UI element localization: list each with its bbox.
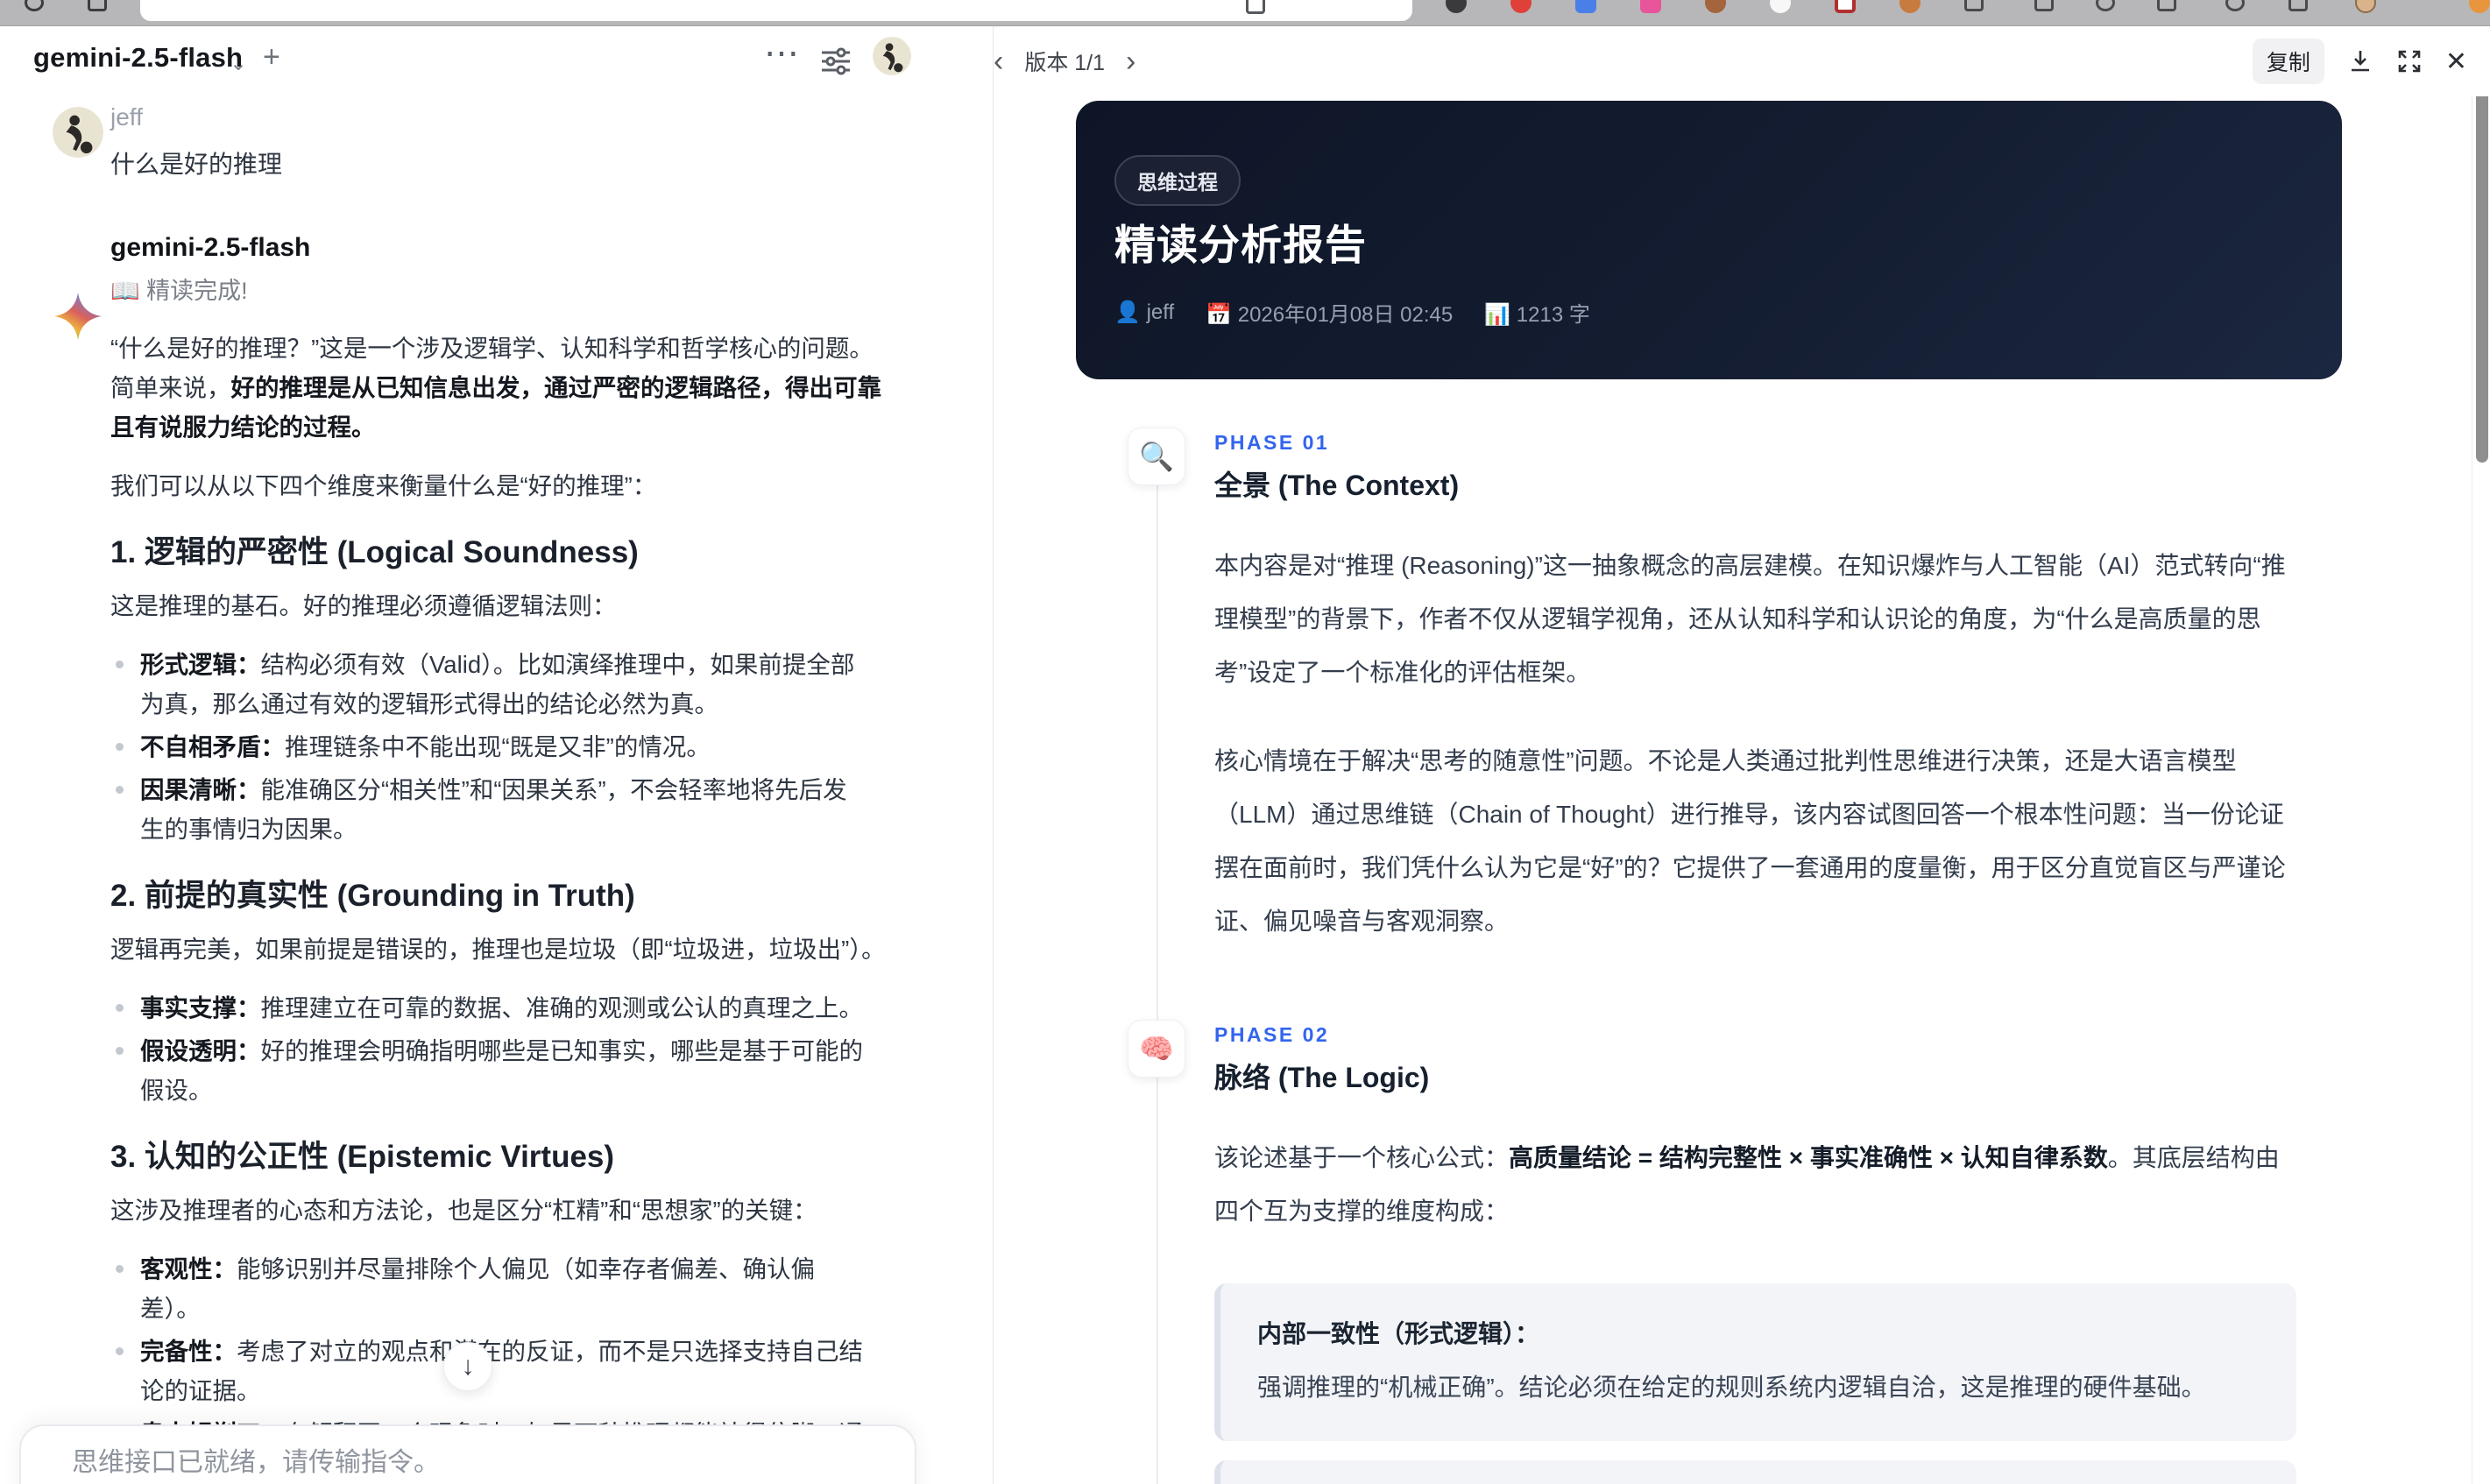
- card-body: 强调推理的“机械正确”。结论必须在给定的规则系统内逻辑自洽，这是推理的硬件基础。: [1257, 1374, 2206, 1401]
- chevron-down-icon[interactable]: ⌄: [230, 51, 247, 76]
- assistant-paragraph: “什么是好的推理？”这是一个涉及逻辑学、认知科学和哲学核心的问题。简单来说，好的…: [110, 335, 881, 441]
- phase-paragraph: 该论述基于一个核心公式：高质量结论 = 结构完整性 × 事实准确性 × 认知自律…: [1214, 1144, 2280, 1225]
- report-header-card: 思维过程 精读分析报告 👤 jeff 📅 2026年01月08日 02:45 📊…: [1076, 101, 2342, 379]
- white-extension-icon[interactable]: [1770, 0, 1791, 13]
- pink-extension-icon[interactable]: [1640, 0, 1661, 13]
- assistant-message: gemini-2.5-flash 📖 精读完成! “什么是好的推理？”这是一个涉…: [53, 233, 892, 1484]
- arrow-down-icon: ↓: [461, 1352, 475, 1381]
- scroll-to-bottom-button[interactable]: ↓: [443, 1342, 492, 1391]
- brain-icon: 🧠: [1128, 1020, 1185, 1078]
- phase-title: 脉络 (The Logic): [1214, 1062, 1430, 1093]
- blue-extension-icon[interactable]: [1575, 0, 1596, 13]
- grid-icon[interactable]: [88, 0, 107, 11]
- history-icon[interactable]: [25, 0, 44, 11]
- list-item: 事实支撑：推理建立在可靠的数据、准确的观测或公认的真理之上。: [110, 988, 864, 1028]
- settings-sliders-icon[interactable]: [820, 47, 852, 75]
- section-intro: 这是推理的基石。好的推理必须遵循逻辑法则：: [110, 592, 617, 619]
- report-author: jeff: [1146, 300, 1175, 324]
- section-intro: 逻辑再完美，如果前提是错误的，推理也是垃圾（即“垃圾进，垃圾出”）。: [110, 936, 886, 963]
- section-heading-3: 3. 认知的公正性 (Epistemic Virtues): [110, 1140, 615, 1174]
- more-options-button[interactable]: ⋯: [764, 33, 801, 74]
- list-item: 因果清晰：能准确区分“相关性”和“因果关系”，不会轻率地将先后发生的事情归为因果…: [110, 770, 864, 849]
- list-item: 假设透明：好的推理会明确指明哪些是已知事实，哪些是基于可能的假设。: [110, 1031, 864, 1110]
- user-name: jeff: [110, 103, 143, 131]
- user-message-text: 什么是好的推理: [110, 151, 283, 178]
- author-icon: 👤: [1114, 300, 1141, 324]
- wordcount-icon: 📊: [1484, 303, 1511, 327]
- section-intro: 这涉及推理者的心态和方法论，也是区分“杠精”和“思想家”的关键：: [110, 1197, 817, 1224]
- profile-avatar[interactable]: [2355, 0, 2376, 13]
- chat-thread: jeff 什么是好的推理 gemini-2.5-flash 📖 精读完成! “什…: [53, 103, 892, 1484]
- puzzle-icon[interactable]: [1964, 0, 1984, 11]
- dark-circle-extension-icon[interactable]: [1446, 0, 1467, 13]
- version-prev-button[interactable]: ‹: [994, 46, 1003, 76]
- list-item: 不自相矛盾：推理链条中不能出现“既是又非”的情况。: [110, 727, 864, 767]
- calendar-icon: 📅: [1206, 303, 1233, 327]
- close-icon[interactable]: ✕: [2445, 46, 2467, 77]
- phase-timeline: [1157, 442, 1158, 1484]
- download-icon[interactable]: [2347, 48, 2373, 74]
- dimension-card-1: 内部一致性（形式逻辑）： 强调推理的“机械正确”。结论必须在给定的规则系统内逻辑…: [1214, 1283, 2296, 1441]
- phase-paragraph: 核心情境在于解决“思考的随意性”问题。不论是人类通过批判性思维进行决策，还是大语…: [1214, 747, 2286, 935]
- assistant-paragraph: 我们可以从以下四个维度来衡量什么是“好的推理”：: [110, 472, 657, 499]
- browser-chrome: [0, 0, 2490, 26]
- list-item: 形式逻辑：结构必须有效（Valid）。比如演绎推理中，如果前提全部为真，那么通过…: [110, 645, 864, 724]
- user-avatar[interactable]: [873, 37, 911, 75]
- version-label: 版本 1/1: [1024, 51, 1106, 75]
- section-heading-2: 2. 前提的真实性 (Grounding in Truth): [110, 879, 635, 913]
- phase-title: 全景 (The Context): [1214, 470, 1460, 501]
- assistant-status: 📖 精读完成!: [110, 278, 248, 304]
- phase-label: PHASE 01: [1214, 431, 1330, 454]
- split-view-icon[interactable]: [2034, 0, 2054, 11]
- report-body: 🔍 PHASE 01 全景 (The Context) 本内容是对“推理 (Re…: [1128, 428, 2296, 1484]
- artifact-panel: ‹ 版本 1/1 › 复制 ✕ 思维过程 精读分析报告 👤 jeff 📅 202…: [993, 26, 2490, 1484]
- user-message: jeff 什么是好的推理: [53, 103, 892, 180]
- orange-extension-icon[interactable]: [1899, 0, 1921, 13]
- reader-icon[interactable]: [1246, 0, 1265, 14]
- dimension-cards: 内部一致性（形式逻辑）： 强调推理的“机械正确”。结论必须在给定的规则系统内逻辑…: [1214, 1283, 2296, 1484]
- report-title: 精读分析报告: [1114, 222, 1367, 268]
- red-extension-icon[interactable]: [1510, 0, 1531, 13]
- chat-panel: gemini-2.5-flash ⌄ + ⋯ jeff 什么是好的推理 gemi…: [0, 26, 993, 1484]
- chat-header: gemini-2.5-flash ⌄ + ⋯: [0, 26, 993, 93]
- message-composer[interactable]: +: [19, 1424, 916, 1484]
- brown-extension-icon[interactable]: [1705, 0, 1726, 13]
- red-border-extension-icon[interactable]: [1835, 0, 1856, 13]
- phase-paragraph: 本内容是对“推理 (Reasoning)”这一抽象概念的高层建模。在知识爆炸与人…: [1214, 552, 2286, 686]
- expand-icon[interactable]: [2396, 48, 2423, 74]
- dimension-card-2: 外部真实性（前提基础）： 强调推理的“经验校准”。解决“GIGO（垃圾进，垃圾出…: [1214, 1460, 2296, 1484]
- new-chat-button[interactable]: +: [263, 40, 280, 74]
- download-tray-icon[interactable]: [2157, 0, 2176, 11]
- bullet-list: 形式逻辑：结构必须有效（Valid）。比如演绎推理中，如果前提全部为真，那么通过…: [110, 645, 892, 849]
- phase-label: PHASE 02: [1214, 1023, 1330, 1046]
- section-heading-1: 1. 逻辑的严密性 (Logical Soundness): [110, 535, 639, 569]
- message-input[interactable]: [70, 1447, 859, 1479]
- artifact-toolbar: ‹ 版本 1/1 › 复制 ✕: [994, 26, 2490, 96]
- report-badge: 思维过程: [1114, 155, 1241, 206]
- clip-icon[interactable]: [2288, 0, 2308, 11]
- version-next-button[interactable]: ›: [1126, 46, 1135, 76]
- card-title: 内部一致性（形式逻辑）：: [1257, 1320, 1540, 1347]
- scrollbar-thumb[interactable]: [2476, 81, 2488, 463]
- magnifier-icon: 🔍: [1128, 428, 1185, 485]
- phase-01: 🔍 PHASE 01 全景 (The Context) 本内容是对“推理 (Re…: [1128, 428, 2296, 948]
- refresh-icon[interactable]: [2225, 0, 2245, 11]
- phase-02: 🧠 PHASE 02 脉络 (The Logic) 该论述基于一个核心公式：高质…: [1128, 1020, 2296, 1484]
- url-bar[interactable]: [140, 0, 1412, 21]
- user-message-avatar: [53, 107, 103, 158]
- assistant-name: gemini-2.5-flash: [110, 233, 311, 262]
- gemini-logo-icon: [53, 291, 103, 342]
- report-meta: 👤 jeff 📅 2026年01月08日 02:45 📊 1213 字: [1114, 297, 1590, 328]
- pen-icon[interactable]: [2096, 0, 2115, 11]
- model-selector[interactable]: gemini-2.5-flash: [33, 42, 243, 74]
- copy-button[interactable]: 复制: [2252, 39, 2324, 84]
- report-wordcount: 1213 字: [1516, 303, 1590, 327]
- orange-edge-icon[interactable]: [2469, 0, 2490, 13]
- bullet-list: 事实支撑：推理建立在可靠的数据、准确的观测或公认的真理之上。 假设透明：好的推理…: [110, 988, 892, 1110]
- list-item: 客观性：能够识别并尽量排除个人偏见（如幸存者偏差、确认偏差）。: [110, 1249, 864, 1328]
- report-date: 2026年01月08日 02:45: [1237, 303, 1454, 327]
